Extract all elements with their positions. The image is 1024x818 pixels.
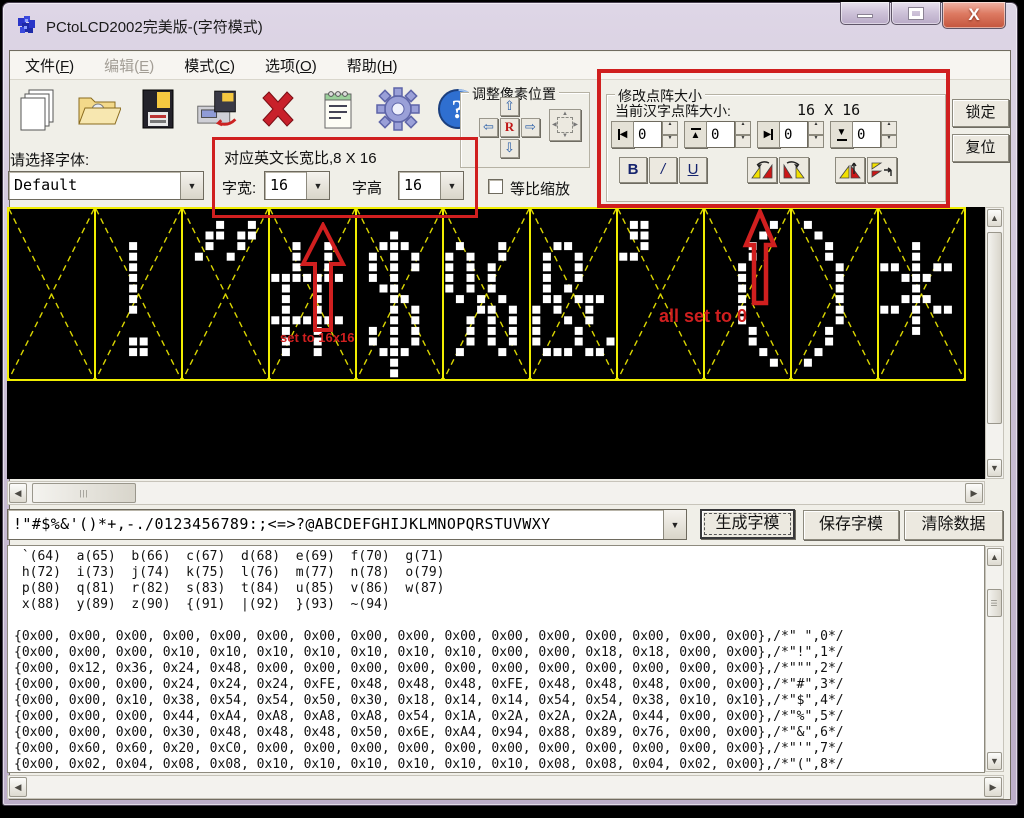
chevron-down-icon[interactable]: ▼ [663,510,686,539]
up-arrow-icon: ▲ [990,553,999,562]
menu-item-2[interactable]: 模式(C) [169,50,250,81]
left-arrow-icon: ⇦ [483,119,494,134]
proportional-scale-label: 等比缩放 [510,178,570,199]
delete-button[interactable] [254,84,301,134]
proportional-scale-checkbox[interactable] [488,179,503,194]
move-left-button[interactable]: ⇦ [479,118,498,137]
open-button[interactable] [74,84,121,134]
up-arrow-icon: ▲ [990,214,999,223]
save-icon [139,86,177,132]
menu-item-3[interactable]: 选项(O) [250,50,332,81]
annotation-rect-english-ratio [212,137,478,218]
font-select-value: Default [9,172,180,199]
save-as-button[interactable] [194,84,241,134]
save-as-icon [194,86,241,132]
grid-horizontal-scrollbar[interactable]: ◀ ||| ▶ [7,481,985,505]
scroll-left-button[interactable]: ◀ [9,777,27,797]
new-button[interactable] [14,84,61,134]
open-icon [75,86,121,132]
close-icon: X [968,5,979,25]
annotation-note-1: set to 16x16 [280,330,354,345]
grid-vertical-scrollbar[interactable]: ▲ ▼ [985,207,1004,479]
toolbar: ? [14,84,481,134]
menu-item-0[interactable]: 文件(F) [10,50,89,81]
generate-font-button[interactable]: 生成字模 [700,509,795,539]
annotation-arrow-up [296,222,350,334]
charset-value: !"#$%&'()*+,-./0123456789:;<=>?@ABCDEFGH… [8,510,663,539]
lock-button[interactable]: 锁定 [952,99,1009,127]
settings-button[interactable] [374,84,421,134]
save-font-button[interactable]: 保存字模 [803,510,899,540]
glyph-cell-1[interactable] [94,207,183,381]
font-select-label: 请选择字体: [10,149,89,170]
scroll-right-button[interactable]: ▶ [984,777,1002,797]
pixel-adjust-group: 调整像素位置 ⇧ ⇦ R ⇨ ⇩ ▲▼ ◀▶ [460,92,590,168]
glyph-cell-0[interactable] [7,207,96,381]
dashed-box-icon: ▲▼ ◀▶ [557,117,573,133]
glyph-grid-area [7,207,985,479]
glyph-cell-10[interactable] [877,207,966,381]
clear-data-button[interactable]: 清除数据 [904,510,1003,540]
app-logo-icon [16,14,38,36]
right-arrow-icon: ▶ [971,489,978,498]
menu-item-1[interactable]: 编辑(E) [89,50,169,81]
close-button[interactable]: X [942,2,1006,29]
annotation-rect-dot-matrix [597,69,950,208]
move-right-button[interactable]: ⇨ [521,118,540,137]
output-vertical-scrollbar[interactable]: ▲ ☰ ▼ [985,546,1004,772]
left-arrow-icon: ◀ [15,783,22,792]
delete-icon [255,86,301,132]
down-arrow-icon: ▼ [990,464,999,473]
scroll-right-button[interactable]: ▶ [965,483,983,503]
scroll-up-button[interactable]: ▲ [987,209,1002,227]
move-down-button[interactable]: ⇩ [500,139,519,158]
glyph-cell-2[interactable] [181,207,270,381]
down-arrow-icon: ⇩ [504,140,515,155]
output-area[interactable]: `(64) a(65) b(66) c(67) d(68) e(69) f(70… [7,545,985,773]
scroll-left-button[interactable]: ◀ [9,483,27,503]
menu-item-4[interactable]: 帮助(H) [332,50,413,81]
reset-position-button[interactable]: R [500,118,519,137]
window-title: PCtoLCD2002完美版-(字符模式) [46,16,263,37]
output-text: `(64) a(65) b(66) c(67) d(68) e(69) f(70… [8,546,984,773]
glyph-cell-7[interactable] [616,207,705,381]
scroll-down-button[interactable]: ▼ [987,459,1002,477]
maximize-icon [909,8,923,19]
down-arrow-icon: ▼ [990,757,999,766]
scroll-thumb[interactable] [987,232,1002,424]
annotation-arrow-up [740,209,780,307]
settings-icon [375,86,421,132]
annotation-note-2: all set to 0 [659,306,747,327]
right-arrow-icon: ⇨ [525,119,536,134]
scroll-down-button[interactable]: ▼ [987,752,1002,770]
chevron-down-icon[interactable]: ▼ [180,172,203,199]
reset-button[interactable]: 复位 [952,134,1009,162]
scroll-thumb[interactable]: ☰ [987,589,1002,617]
minimize-button[interactable] [840,2,890,25]
glyph-cell-5[interactable] [442,207,531,381]
up-arrow-icon: ⇧ [504,98,515,113]
report-icon [319,86,357,132]
scroll-up-button[interactable]: ▲ [987,548,1002,566]
bottom-horizontal-scrollbar[interactable]: ◀ ▶ [7,775,1004,799]
move-up-button[interactable]: ⇧ [500,97,519,116]
minimize-icon [857,14,873,18]
font-select-combo[interactable]: Default ▼ [8,171,204,200]
right-arrow-icon: ▶ [990,783,997,792]
glyph-cell-4[interactable] [355,207,444,381]
maximize-button[interactable] [891,2,941,25]
report-button[interactable] [314,84,361,134]
charset-combo[interactable]: !"#$%&'()*+,-./0123456789:;<=>?@ABCDEFGH… [7,509,687,540]
glyph-cell-6[interactable] [529,207,618,381]
glyph-cell-9[interactable] [790,207,879,381]
glyph-grid [7,207,985,381]
title-bar: PCtoLCD2002完美版-(字符模式) X [2,2,1018,50]
center-glyph-button[interactable]: ▲▼ ◀▶ [549,109,581,141]
screen: PCtoLCD2002完美版-(字符模式) X 文件(F)编辑(E)模式(C)选… [0,0,1024,818]
scroll-thumb[interactable]: ||| [32,483,136,503]
new-icon [17,86,59,132]
left-arrow-icon: ◀ [15,489,22,498]
save-button[interactable] [134,84,181,134]
